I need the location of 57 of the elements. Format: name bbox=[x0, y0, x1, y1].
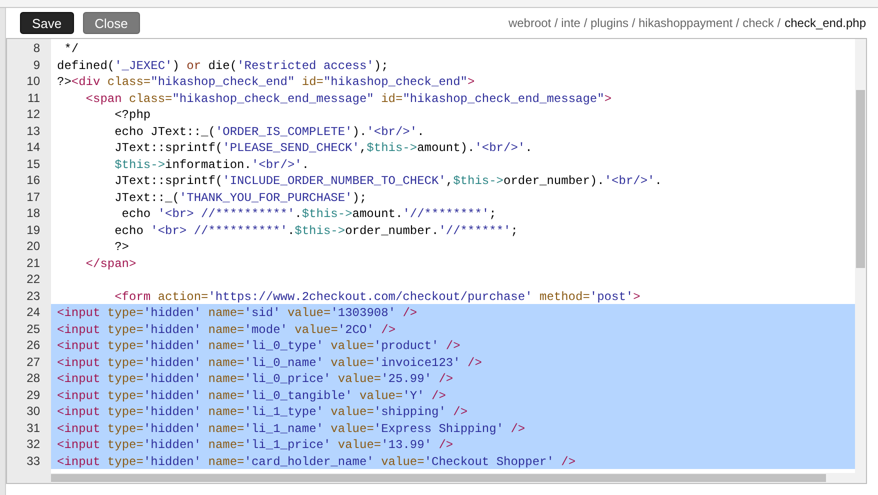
code-line: <input type='hidden' name='li_1_price' value='13.99' /> bbox=[57, 438, 454, 452]
code-line: */ bbox=[63, 42, 79, 56]
line-number: 15 bbox=[26, 156, 41, 172]
code-line: <?php bbox=[114, 108, 151, 122]
line-number: 27 bbox=[26, 354, 41, 370]
line-number: 19 bbox=[26, 222, 41, 238]
code-line: <input type='hidden' name='li_0_price' value='25.99' /> bbox=[57, 372, 454, 386]
code-line: <input type='hidden' name='sid' value='1303908' /> bbox=[57, 306, 418, 320]
code-line: <input type='hidden' name='li_0_name' value='invoice123' /> bbox=[57, 356, 482, 370]
code-line: <input type='hidden' name='li_0_tangible' value='Y' /> bbox=[57, 388, 446, 402]
line-number: 9 bbox=[32, 56, 41, 73]
line-number: 13 bbox=[26, 122, 41, 139]
line-number: 28 bbox=[26, 370, 41, 386]
line-number: 30 bbox=[26, 403, 41, 420]
line-number: 12 bbox=[26, 106, 41, 122]
line-number: 29 bbox=[26, 386, 41, 403]
line-number: 18 bbox=[26, 205, 41, 222]
code-line: JText::sprintf('PLEASE_SEND_CHECK',$this->amount).'<br/>'. bbox=[114, 141, 532, 155]
line-number: 21 bbox=[26, 254, 41, 271]
code-line: echo JText::_('ORDER_IS_COMPLETE').'<br/>'. bbox=[114, 124, 424, 138]
code-line: <input type='hidden' name='li_1_type' value='shipping' /> bbox=[57, 405, 468, 419]
line-number: 14 bbox=[26, 139, 41, 156]
code-line: <form action='https://www.2checkout.com/checkout/purchase' method='post'> bbox=[114, 290, 640, 304]
code-line: ?> bbox=[114, 240, 130, 254]
line-number: 16 bbox=[26, 172, 41, 188]
code-line: JText::_('THANK_YOU_FOR_PURCHASE'); bbox=[114, 190, 367, 204]
line-number: 22 bbox=[26, 271, 41, 288]
file-name: check_end.php bbox=[784, 15, 866, 32]
line-number: 24 bbox=[26, 304, 41, 320]
horizontal-scrollbar[interactable] bbox=[51, 473, 866, 483]
line-number: 17 bbox=[26, 188, 41, 205]
line-number: 33 bbox=[26, 452, 41, 469]
code-line: </span> bbox=[84, 256, 136, 270]
vertical-scrollbar[interactable] bbox=[855, 39, 866, 473]
toolbar-button[interactable]: Close bbox=[82, 12, 140, 34]
code-line: echo '<br> //**********'.$this->order_number.'//******'; bbox=[114, 224, 518, 238]
line-number: 25 bbox=[26, 320, 41, 337]
line-number: 8 bbox=[32, 40, 41, 56]
code-line: echo '<br> //**********'.$this->amount.'//********'; bbox=[120, 207, 496, 221]
code-line: $this->information.'<br/>'. bbox=[114, 158, 310, 172]
code-line: <input type='hidden' name='card_holder_name' value='Checkout Shopper' /> bbox=[57, 454, 576, 468]
code-line: <input type='hidden' name='li_0_type' value='product' /> bbox=[57, 339, 460, 353]
code-line: <span class="hikashop_check_end_message" id="hikashop_check_end_message"> bbox=[84, 92, 612, 106]
code-line: <input type='hidden' name='mode' value='2CO' /> bbox=[57, 322, 396, 336]
code-line: ?><div class="hikashop_check_end" id="hikashop_check_end"> bbox=[57, 75, 475, 89]
code-line: JText::sprintf('INCLUDE_ORDER_NUMBER_TO_CHECK',$this->order_number).'<br/>'. bbox=[114, 174, 662, 188]
code-line: <input type='hidden' name='li_1_name' value='Express Shipping' /> bbox=[57, 422, 526, 436]
line-number: 11 bbox=[26, 90, 41, 106]
line-number: 10 bbox=[26, 73, 41, 90]
line-number: 23 bbox=[26, 288, 41, 304]
line-number: 26 bbox=[26, 337, 41, 354]
toolbar-button[interactable]: Save bbox=[20, 12, 74, 34]
code-line: defined('_JEXEC') or die('Restricted access'); bbox=[57, 58, 388, 72]
line-number: 31 bbox=[26, 420, 41, 436]
breadcrumb-path: webroot / inte / plugins / hikashoppayment / check / bbox=[508, 15, 781, 32]
line-number: 32 bbox=[26, 436, 41, 452]
line-number: 20 bbox=[26, 238, 41, 254]
